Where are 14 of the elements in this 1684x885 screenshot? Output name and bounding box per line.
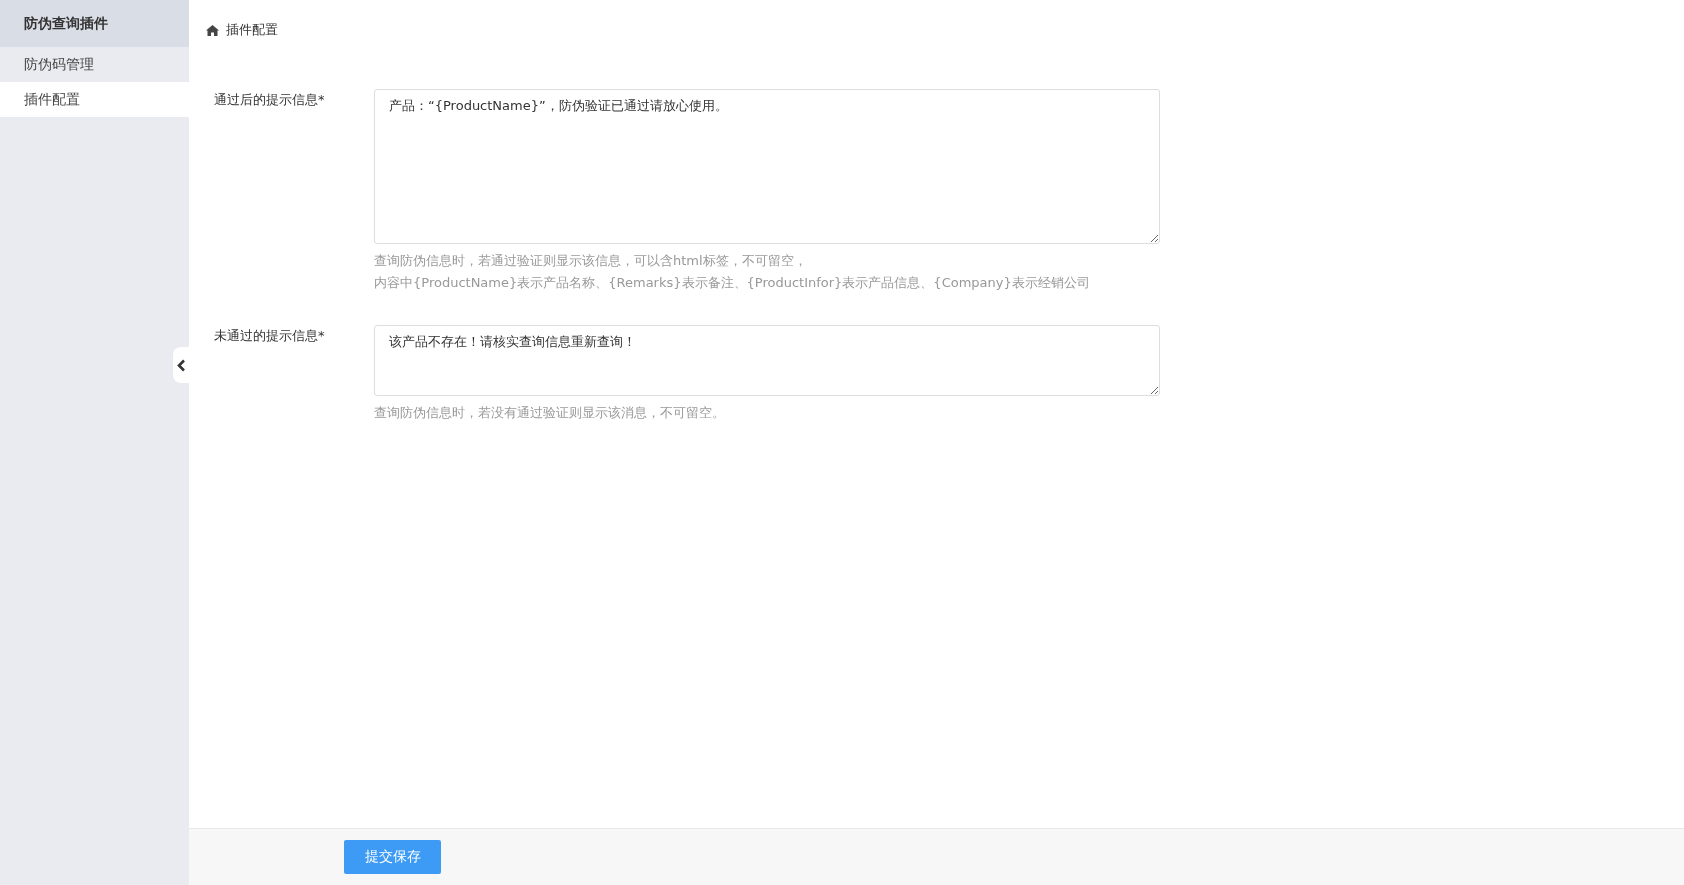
chevron-left-icon xyxy=(176,358,186,372)
help-text: 查询防伪信息时，若没有通过验证则显示该消息，不可留空。 xyxy=(374,404,726,422)
message-textarea[interactable]: 该产品不存在！请核实查询信息重新查询！ xyxy=(374,325,1160,396)
breadcrumb-label: 插件配置 xyxy=(226,21,278,39)
help-text: 查询防伪信息时，若通过验证则显示该信息，可以含html标签，不可留空， xyxy=(374,252,808,270)
collapse-toggle[interactable] xyxy=(173,347,189,383)
help-text: 内容中{ProductName}表示产品名称、{Remarks}表示备注、{ProductInfor}表示产品信息、{Company}表示经销公司 xyxy=(374,274,1091,292)
sidebar-title: 防伪查询插件 xyxy=(0,0,189,47)
home-icon xyxy=(206,24,219,36)
sidebar-item[interactable]: 防伪码管理 xyxy=(0,47,189,82)
message-textarea[interactable]: 产品：“{ProductName}”，防伪验证已通过请放心使用。 xyxy=(374,89,1160,244)
field-label: 未通过的提示信息* xyxy=(214,327,326,345)
sidebar-item[interactable]: 插件配置 xyxy=(0,82,189,117)
field-label: 通过后的提示信息* xyxy=(214,91,326,109)
